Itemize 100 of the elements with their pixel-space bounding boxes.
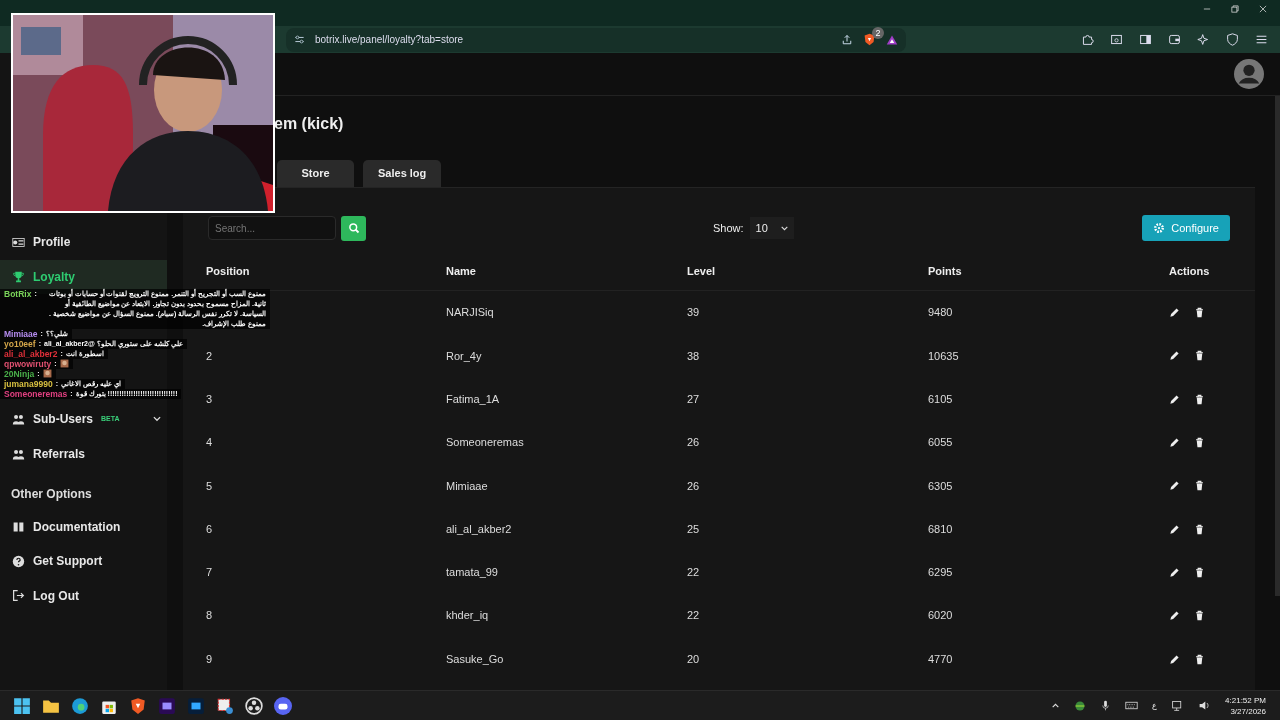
shield-icon[interactable] bbox=[1226, 33, 1239, 46]
chat-app-icon[interactable] bbox=[274, 696, 292, 715]
table-cell-text: 6295 bbox=[928, 565, 954, 581]
emote-icon bbox=[59, 359, 69, 368]
pencil-icon[interactable] bbox=[1169, 566, 1180, 578]
table-cell-text: 39 bbox=[687, 305, 701, 321]
table-cell-text: 22 bbox=[687, 565, 701, 581]
trash-icon[interactable] bbox=[1194, 350, 1205, 362]
sparkle-icon[interactable] bbox=[1197, 33, 1210, 46]
pencil-icon[interactable] bbox=[1169, 437, 1180, 449]
sidebar-item[interactable]: Get Support bbox=[0, 543, 167, 579]
snipping-icon[interactable] bbox=[216, 696, 234, 715]
table-cell-text: Mimiaae bbox=[446, 478, 489, 494]
users-icon bbox=[12, 447, 25, 461]
trash-icon[interactable] bbox=[1194, 566, 1205, 578]
table-cell-text: 38 bbox=[687, 348, 701, 364]
page-size-select[interactable]: 10 bbox=[749, 217, 794, 239]
tab[interactable]: Sales log bbox=[363, 160, 442, 187]
share-icon[interactable] bbox=[841, 33, 853, 46]
trash-icon[interactable] bbox=[1194, 523, 1205, 535]
address-bar[interactable]: botrix.live/panel/loyalty?tab=store 2 bbox=[286, 27, 906, 52]
id-card-icon bbox=[12, 235, 25, 249]
table-cell-text: Sasuke_Go bbox=[446, 651, 505, 667]
book-icon bbox=[12, 520, 25, 534]
table-cell-text: 10635 bbox=[928, 348, 960, 364]
microphone-icon[interactable] bbox=[1100, 700, 1112, 711]
table-cell-text: 22 bbox=[687, 608, 701, 624]
emote-icon bbox=[42, 369, 52, 378]
sidebar-item[interactable]: Profile bbox=[0, 225, 167, 260]
tab[interactable]: Store bbox=[277, 160, 354, 187]
speaker-icon[interactable] bbox=[1198, 699, 1212, 712]
menu-icon[interactable] bbox=[1255, 33, 1268, 46]
column-header: Points bbox=[928, 264, 963, 280]
table-cell-text: 9 bbox=[206, 651, 214, 667]
trash-icon[interactable] bbox=[1194, 480, 1205, 492]
table-cell-text: 6055 bbox=[928, 435, 954, 451]
chat-username: yo10eef bbox=[4, 339, 36, 349]
column-header: Actions bbox=[1169, 264, 1211, 280]
language-indicator[interactable]: ع bbox=[1152, 699, 1158, 712]
table-cell-text: khder_iq bbox=[446, 608, 490, 624]
settings-icon[interactable] bbox=[294, 34, 305, 45]
pencil-icon[interactable] bbox=[1169, 393, 1180, 405]
question-icon bbox=[12, 554, 25, 568]
pencil-icon[interactable] bbox=[1169, 307, 1180, 319]
search-button[interactable] bbox=[341, 215, 366, 241]
trash-icon[interactable] bbox=[1194, 610, 1205, 622]
trophy-icon bbox=[12, 270, 25, 284]
table-cell-text: Fatima_1A bbox=[446, 392, 501, 407]
table-cell-text: 2 bbox=[206, 348, 214, 364]
pencil-icon[interactable] bbox=[1169, 523, 1180, 535]
page-title: em (kick) bbox=[274, 114, 345, 134]
sidebar-item[interactable]: Log Out bbox=[0, 578, 167, 614]
windows-icon[interactable] bbox=[13, 696, 31, 715]
show-label: Show: bbox=[713, 220, 744, 236]
sidebar-item[interactable]: Documentation bbox=[0, 509, 167, 544]
trash-icon[interactable] bbox=[1194, 437, 1205, 449]
chat-username: ali_al_akber2 bbox=[4, 349, 58, 359]
pencil-icon[interactable] bbox=[1169, 350, 1180, 362]
url-text: botrix.live/panel/loyalty?tab=store bbox=[315, 33, 464, 47]
clock-date[interactable]: 3/27/2026 bbox=[1225, 705, 1266, 717]
scrollbar[interactable] bbox=[1275, 96, 1280, 596]
table-cell-text: 8 bbox=[206, 608, 214, 624]
triangle-icon[interactable] bbox=[886, 33, 898, 46]
table-cell-text: 25 bbox=[687, 521, 701, 537]
avatar-icon[interactable] bbox=[1234, 59, 1264, 89]
search-field[interactable]: Search... bbox=[208, 216, 336, 240]
close-icon[interactable] bbox=[1258, 4, 1268, 14]
table-cell-text: Someoneremas bbox=[446, 435, 525, 451]
column-header: Position bbox=[206, 264, 251, 280]
table-cell-text: 6810 bbox=[928, 521, 954, 537]
wallet-icon[interactable] bbox=[1168, 33, 1181, 46]
restore-icon[interactable] bbox=[1230, 4, 1240, 14]
table-cell-text: Ror_4y bbox=[446, 348, 483, 364]
table-cell-text: 9480 bbox=[928, 305, 954, 321]
pencil-icon[interactable] bbox=[1169, 610, 1180, 622]
table-cell-text: 6 bbox=[206, 521, 214, 537]
puzzle-icon[interactable] bbox=[1081, 33, 1094, 46]
section-heading: Other Options bbox=[10, 486, 93, 504]
sidebar-icon[interactable] bbox=[1139, 33, 1152, 46]
chat-username: Mimiaae bbox=[4, 329, 38, 339]
table-cell-text: 5 bbox=[206, 478, 214, 494]
table-cell-text: 27 bbox=[687, 392, 701, 407]
users-icon bbox=[12, 413, 25, 426]
logout-icon bbox=[12, 589, 25, 603]
table-cell-text: 26 bbox=[687, 478, 701, 494]
clock-time[interactable]: 4:21:52 PM bbox=[1225, 694, 1266, 706]
keyboard-icon[interactable] bbox=[1125, 699, 1139, 712]
pencil-icon[interactable] bbox=[1169, 653, 1180, 665]
chat-username: jumana9990 bbox=[4, 379, 53, 389]
gear-icon bbox=[1153, 222, 1166, 234]
pencil-icon[interactable] bbox=[1169, 480, 1180, 492]
chevron-up-icon[interactable] bbox=[1051, 701, 1061, 710]
globe-icon[interactable] bbox=[1074, 699, 1087, 712]
trash-icon[interactable] bbox=[1194, 653, 1205, 665]
chat-username: Someoneremas bbox=[4, 389, 68, 399]
table-cell-text: 20 bbox=[687, 651, 701, 667]
sidebar-item[interactable]: Referrals bbox=[0, 436, 167, 472]
column-header: Level bbox=[687, 264, 717, 280]
trash-icon[interactable] bbox=[1194, 393, 1205, 405]
trash-icon[interactable] bbox=[1194, 307, 1205, 319]
